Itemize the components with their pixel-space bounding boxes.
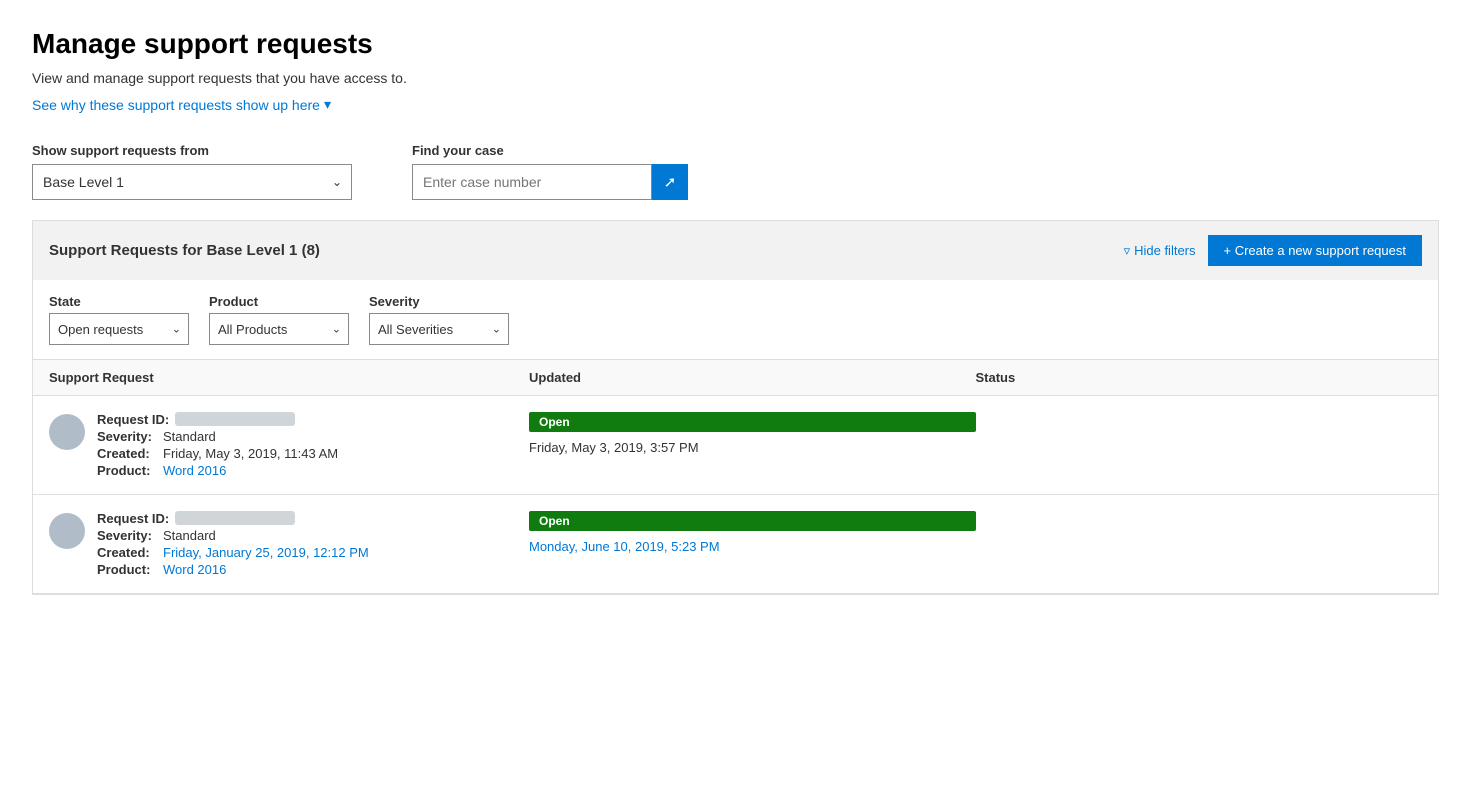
created-label: Created: [97, 446, 157, 461]
case-search-label: Find your case [412, 143, 688, 158]
state-filter-group: State Open requests Closed requests All … [49, 294, 189, 345]
state-filter-select[interactable]: Open requests Closed requests All reques… [49, 313, 189, 345]
updated-col: Open Monday, June 10, 2019, 5:23 PM [529, 511, 976, 554]
status-badge: Open [529, 412, 976, 432]
product-value[interactable]: Word 2016 [163, 562, 226, 577]
request-info: Request ID: Severity: Standard Created: … [49, 412, 529, 478]
create-request-label: + Create a new support request [1224, 243, 1406, 258]
created-value: Friday, January 25, 2019, 12:12 PM [163, 545, 369, 560]
request-details: Request ID: Severity: Standard Created: … [97, 412, 338, 478]
inline-filters: State Open requests Closed requests All … [33, 280, 1438, 360]
hide-filters-label: Hide filters [1134, 243, 1195, 258]
request-id-value [175, 412, 295, 426]
case-search-input-row: ➚ [412, 164, 688, 200]
request-id-field: Request ID: [97, 511, 369, 526]
create-request-button[interactable]: + Create a new support request [1208, 235, 1422, 266]
show-from-select[interactable]: Base Level 1 All subscriptions [32, 164, 352, 200]
request-id-label: Request ID: [97, 511, 169, 526]
severity-label: Severity: [97, 429, 157, 444]
created-label: Created: [97, 545, 157, 560]
severity-filter-wrapper: All Severities Critical High Moderate Lo… [369, 313, 509, 345]
updated-col: Open Friday, May 3, 2019, 3:57 PM [529, 412, 976, 455]
case-number-input[interactable] [412, 164, 652, 200]
severity-filter-group: Severity All Severities Critical High Mo… [369, 294, 509, 345]
severity-value: Standard [163, 528, 216, 543]
product-filter-wrapper: All Products Word 2016 ⌄ [209, 313, 349, 345]
product-label: Product: [97, 463, 157, 478]
why-link-text: See why these support requests show up h… [32, 97, 320, 113]
product-value[interactable]: Word 2016 [163, 463, 226, 478]
severity-value: Standard [163, 429, 216, 444]
section-header: Support Requests for Base Level 1 (8) ▿ … [33, 221, 1438, 280]
hide-filters-button[interactable]: ▿ Hide filters [1124, 243, 1196, 259]
product-filter-select[interactable]: All Products Word 2016 [209, 313, 349, 345]
page-title: Manage support requests [32, 28, 1439, 60]
updated-date: Friday, May 3, 2019, 3:57 PM [529, 440, 976, 455]
product-label: Product: [97, 562, 157, 577]
state-filter-label: State [49, 294, 189, 309]
created-field: Created: Friday, May 3, 2019, 11:43 AM [97, 446, 338, 461]
request-details: Request ID: Severity: Standard Created: … [97, 511, 369, 577]
table-row[interactable]: Request ID: Severity: Standard Created: … [33, 495, 1438, 594]
support-requests-section: Support Requests for Base Level 1 (8) ▿ … [32, 220, 1439, 595]
avatar [49, 414, 85, 450]
severity-field: Severity: Standard [97, 429, 338, 444]
product-filter-group: Product All Products Word 2016 ⌄ [209, 294, 349, 345]
table-rows: Request ID: Severity: Standard Created: … [33, 396, 1438, 594]
updated-date: Monday, June 10, 2019, 5:23 PM [529, 539, 976, 554]
section-header-title: Support Requests for Base Level 1 (8) [49, 242, 320, 259]
product-field: Product: Word 2016 [97, 463, 338, 478]
show-from-wrapper: Base Level 1 All subscriptions ⌄ [32, 164, 352, 200]
request-id-value [175, 511, 295, 525]
funnel-icon: ▿ [1124, 243, 1131, 259]
section-header-actions: ▿ Hide filters + Create a new support re… [1124, 235, 1422, 266]
case-search-group: Find your case ➚ [412, 143, 688, 200]
page-container: Manage support requests View and manage … [0, 0, 1471, 623]
created-value: Friday, May 3, 2019, 11:43 AM [163, 446, 338, 461]
case-search-button[interactable]: ➚ [652, 164, 688, 200]
external-link-icon: ➚ [664, 173, 677, 191]
col-header-updated: Updated [529, 370, 976, 385]
created-field: Created: Friday, January 25, 2019, 12:12… [97, 545, 369, 560]
product-filter-label: Product [209, 294, 349, 309]
request-info: Request ID: Severity: Standard Created: … [49, 511, 529, 577]
state-filter-wrapper: Open requests Closed requests All reques… [49, 313, 189, 345]
table-header: Support Request Updated Status [33, 360, 1438, 396]
col-header-status: Status [976, 370, 1423, 385]
page-subtitle: View and manage support requests that yo… [32, 70, 1439, 86]
why-link-chevron: ▾ [324, 96, 331, 113]
product-field: Product: Word 2016 [97, 562, 369, 577]
request-id-field: Request ID: [97, 412, 338, 427]
avatar [49, 513, 85, 549]
show-from-label: Show support requests from [32, 143, 352, 158]
why-link[interactable]: See why these support requests show up h… [32, 96, 331, 113]
severity-filter-select[interactable]: All Severities Critical High Moderate Lo… [369, 313, 509, 345]
status-badge: Open [529, 511, 976, 531]
severity-field: Severity: Standard [97, 528, 369, 543]
severity-label: Severity: [97, 528, 157, 543]
filters-section: Show support requests from Base Level 1 … [32, 143, 1439, 200]
col-header-support-request: Support Request [49, 370, 529, 385]
show-from-group: Show support requests from Base Level 1 … [32, 143, 352, 200]
table-row[interactable]: Request ID: Severity: Standard Created: … [33, 396, 1438, 495]
request-id-label: Request ID: [97, 412, 169, 427]
severity-filter-label: Severity [369, 294, 509, 309]
